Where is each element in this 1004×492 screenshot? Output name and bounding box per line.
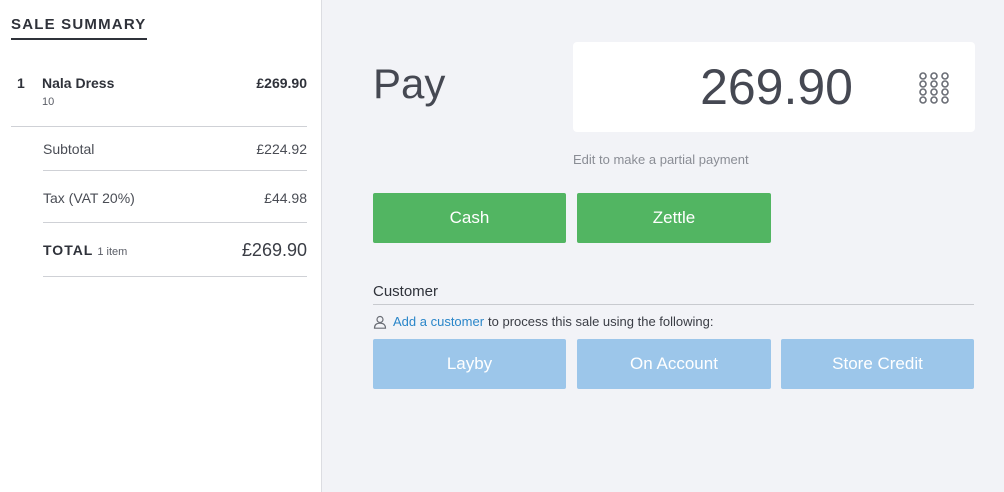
payment-amount[interactable]: 269.90 xyxy=(700,58,853,116)
sale-summary-title: SALE SUMMARY xyxy=(11,16,147,40)
subtotal-row: Subtotal £224.92 xyxy=(43,141,307,157)
divider xyxy=(43,170,307,171)
add-customer-link[interactable]: Add a customer xyxy=(393,314,484,329)
line-item-price: £269.90 xyxy=(256,75,307,91)
total-row: TOTAL 1 item £269.90 xyxy=(43,240,307,260)
line-item-qty: 1 xyxy=(17,75,25,91)
keypad-icon[interactable] xyxy=(918,72,950,104)
total-value: £269.90 xyxy=(241,240,307,260)
layby-button[interactable]: Layby xyxy=(373,339,566,389)
tax-value: £44.98 xyxy=(264,190,307,206)
line-item[interactable]: 1 Nala Dress 10 £269.90 xyxy=(11,72,307,126)
total-item-count: 1 item xyxy=(97,246,128,258)
divider xyxy=(11,126,307,127)
line-item-name: Nala Dress xyxy=(42,75,115,91)
customer-heading: Customer xyxy=(373,283,439,300)
divider xyxy=(43,222,307,223)
pay-title: Pay xyxy=(373,60,446,107)
partial-payment-hint: Edit to make a partial payment xyxy=(573,152,749,167)
line-item-variant: 10 xyxy=(42,96,55,108)
divider xyxy=(373,304,974,305)
total-label: TOTAL xyxy=(43,242,94,258)
user-icon xyxy=(373,315,387,329)
tax-label: Tax (VAT 20%) xyxy=(43,190,135,206)
payment-amount-field[interactable]: 269.90 xyxy=(573,42,975,132)
divider xyxy=(43,276,307,277)
sale-summary-panel: SALE SUMMARY 1 Nala Dress 10 £269.90 Sub… xyxy=(0,0,322,492)
customer-prompt: Add a customer to process this sale usin… xyxy=(373,314,714,329)
customer-prompt-text: to process this sale using the following… xyxy=(488,314,714,329)
subtotal-label: Subtotal xyxy=(43,141,95,157)
on-account-button[interactable]: On Account xyxy=(577,339,771,389)
cash-button[interactable]: Cash xyxy=(373,193,566,243)
tax-row: Tax (VAT 20%) £44.98 xyxy=(43,190,307,206)
zettle-button[interactable]: Zettle xyxy=(577,193,771,243)
store-credit-button[interactable]: Store Credit xyxy=(781,339,974,389)
subtotal-value: £224.92 xyxy=(256,141,307,157)
